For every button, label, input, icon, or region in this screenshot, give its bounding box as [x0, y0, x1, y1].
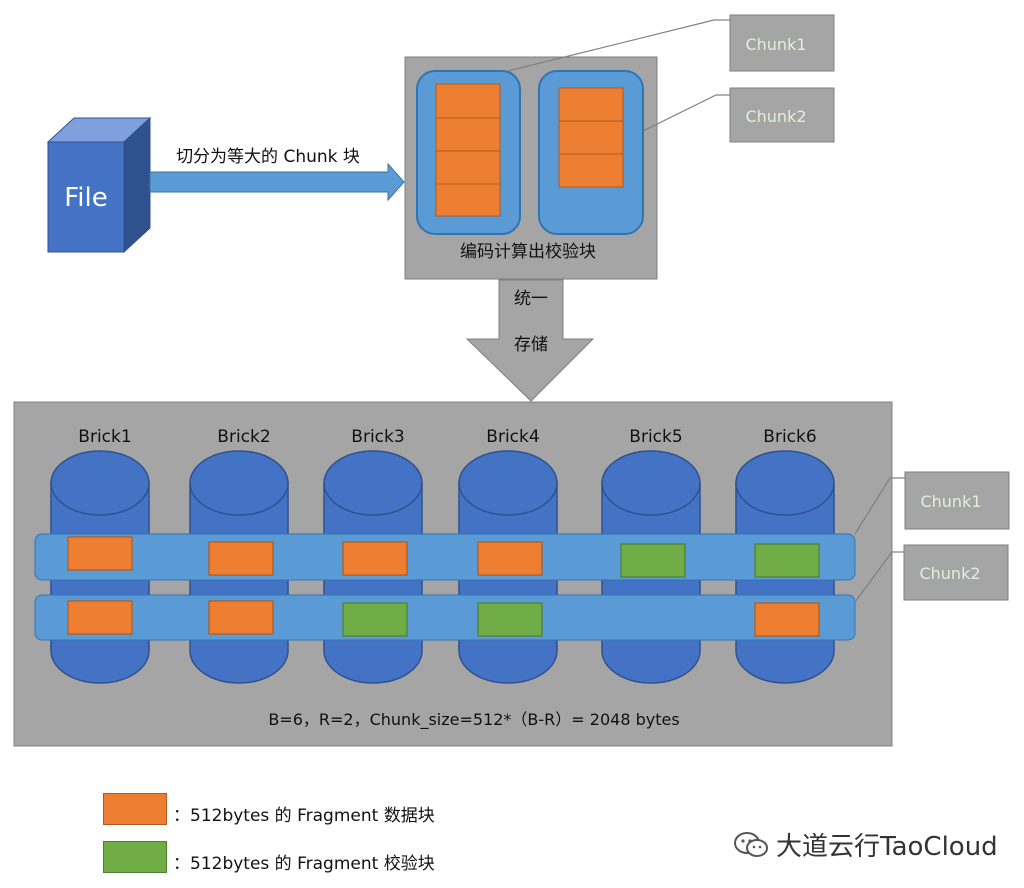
- top-data-fragment: [435, 183, 501, 217]
- chunk2-band: [34, 594, 856, 641]
- brick-label-5: Brick5: [629, 427, 682, 447]
- top-data-fragment: [435, 83, 501, 119]
- encode-label: 编码计算出校验块: [460, 242, 596, 262]
- top-data-fragment: [435, 117, 501, 152]
- legend-parity-label: ：512bytes 的 Fragment 校验块: [173, 854, 435, 874]
- formula-text: B=6，R=2，Chunk_size=512*（B-R）= 2048 bytes: [268, 710, 679, 730]
- brick-label-4: Brick4: [486, 427, 539, 447]
- brick-label-6: Brick6: [763, 427, 816, 447]
- data-fragment-chunk2-brick6: [754, 602, 820, 637]
- brick-label-1: Brick1: [78, 427, 131, 447]
- split-arrow: [149, 162, 405, 202]
- diagram-canvas: File 切分为等大的 Chunk 块 编码计算出校验块 Chunk1 Chun…: [13, 14, 1010, 747]
- split-label: 切分为等大的 Chunk 块: [176, 147, 360, 167]
- chunk2-top: [538, 70, 644, 235]
- data-fragment-chunk1-brick4: [477, 541, 543, 576]
- wechat-icon: [734, 831, 768, 859]
- legend-data-label: ：512bytes 的 Fragment 数据块: [173, 806, 435, 826]
- store-label-1: 统一: [514, 289, 548, 309]
- callout-chunk1-top-label: Chunk1: [745, 35, 806, 54]
- data-fragment-chunk2-brick1: [67, 600, 133, 635]
- parity-fragment-chunk1-brick6: [754, 543, 820, 578]
- chunk1-top: [416, 70, 521, 235]
- watermark-text: 大道云行TaoCloud: [776, 832, 998, 862]
- parity-fragment-chunk2-brick3: [342, 602, 408, 637]
- chunk1-band: [34, 533, 856, 581]
- top-data-fragment: [435, 150, 501, 185]
- callout-chunk2-top-label: Chunk2: [745, 107, 806, 126]
- file-cube: File: [46, 116, 152, 254]
- data-fragment-chunk1-brick2: [208, 541, 274, 576]
- callout-chunk2-bottom-label: Chunk2: [919, 564, 980, 583]
- store-label-2: 存储: [514, 335, 548, 355]
- watermark: 大道云行TaoCloud: [734, 826, 998, 863]
- legend-parity-swatch: [103, 841, 167, 873]
- top-data-fragment: [558, 153, 624, 188]
- brick-label-3: Brick3: [351, 427, 404, 447]
- file-label: File: [64, 183, 108, 213]
- parity-fragment-chunk1-brick5: [620, 543, 686, 578]
- callout-chunk1-bottom-label: Chunk1: [920, 492, 981, 511]
- store-arrow: 统一 存储: [465, 279, 595, 402]
- parity-fragment-chunk2-brick4: [477, 602, 543, 637]
- top-data-fragment: [558, 120, 624, 155]
- data-fragment-chunk2-brick2: [208, 600, 274, 635]
- top-data-fragment: [558, 87, 624, 122]
- data-fragment-chunk1-brick3: [342, 541, 408, 576]
- data-fragment-chunk1-brick1: [67, 536, 133, 571]
- brick-label-2: Brick2: [217, 427, 270, 447]
- legend-data-swatch: [103, 793, 167, 825]
